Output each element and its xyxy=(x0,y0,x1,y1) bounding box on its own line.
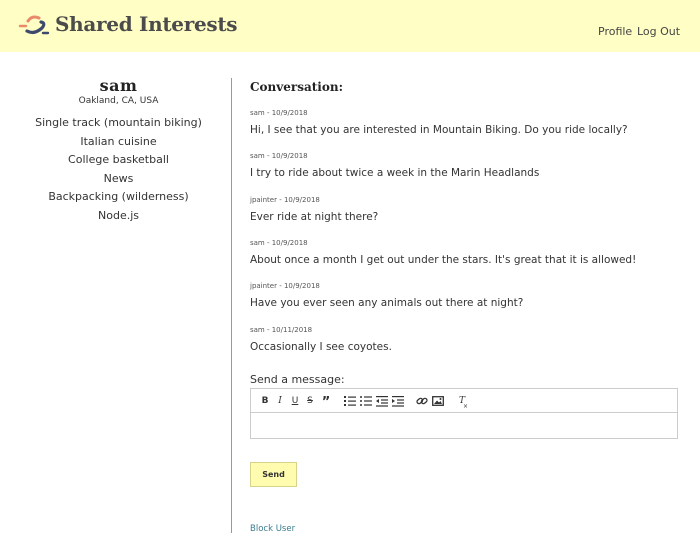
message-meta: sam - 10/9/2018 xyxy=(250,152,308,160)
message-text: Occasionally I see coyotes. xyxy=(250,341,392,353)
user-name: sam xyxy=(99,76,138,95)
app-brand[interactable]: Shared Interests xyxy=(55,12,238,36)
message-meta: sam - 10/11/2018 xyxy=(250,326,313,334)
ordered-list-icon[interactable] xyxy=(343,394,357,408)
message-meta: jpainter - 10/9/2018 xyxy=(250,196,320,204)
message: jpainter - 10/9/2018 Ever ride at night … xyxy=(250,195,680,225)
link-icon[interactable] xyxy=(415,394,429,408)
bold-icon[interactable]: B xyxy=(258,394,272,408)
app-header: Shared Interests Profile Log Out xyxy=(0,0,700,52)
indent-icon[interactable] xyxy=(391,394,405,408)
strikethrough-icon[interactable]: S xyxy=(303,394,317,408)
conversation-title: Conversation: xyxy=(250,80,343,94)
logo-icon xyxy=(18,15,50,35)
blockquote-icon[interactable]: ” xyxy=(319,394,333,410)
message-meta: jpainter - 10/9/2018 xyxy=(250,282,320,290)
profile-sidebar: sam Oakland, CA, USA Single track (mount… xyxy=(0,76,237,226)
message-meta: sam - 10/9/2018 xyxy=(250,109,308,117)
editor-toolbar: B I U S ” T × xyxy=(251,389,677,413)
message-text: I try to ride about twice a week in the … xyxy=(250,167,540,179)
interest-item: Backpacking (wilderness) xyxy=(48,190,189,204)
message: sam - 10/9/2018 Hi, I see that you are i… xyxy=(250,108,680,138)
interest-item: College basketball xyxy=(68,153,169,167)
interest-item: Node.js xyxy=(98,208,139,222)
italic-icon[interactable]: I xyxy=(273,394,287,408)
message-text: Ever ride at night there? xyxy=(250,211,379,223)
block-user-link[interactable]: Block User xyxy=(250,524,295,534)
interest-item: Italian cuisine xyxy=(80,134,157,148)
interest-list: Single track (mountain biking) Italian c… xyxy=(0,114,237,226)
message-meta: sam - 10/9/2018 xyxy=(250,239,308,247)
message-text: Have you ever seen any animals out there… xyxy=(250,297,524,309)
underline-icon[interactable]: U xyxy=(288,394,302,408)
column-divider xyxy=(231,78,232,533)
profile-link[interactable]: Profile xyxy=(598,25,632,38)
bullet-list-icon[interactable] xyxy=(359,394,373,408)
clear-format-icon[interactable]: T × xyxy=(455,394,469,410)
message: sam - 10/9/2018 I try to ride about twic… xyxy=(250,151,680,181)
message-text: About once a month I get out under the s… xyxy=(250,254,637,266)
outdent-icon[interactable] xyxy=(375,394,389,408)
logout-link[interactable]: Log Out xyxy=(637,25,680,38)
interest-item: Single track (mountain biking) xyxy=(35,116,202,129)
image-icon[interactable] xyxy=(431,394,445,408)
send-message-label: Send a message: xyxy=(250,373,345,386)
message: sam - 10/11/2018 Occasionally I see coyo… xyxy=(250,325,680,355)
message: jpainter - 10/9/2018 Have you ever seen … xyxy=(250,281,680,311)
send-button[interactable]: Send xyxy=(250,462,297,487)
interest-item: News xyxy=(103,171,134,185)
message-text: Hi, I see that you are interested in Mou… xyxy=(250,124,628,136)
message-editor: B I U S ” T × xyxy=(250,388,678,439)
message: sam - 10/9/2018 About once a month I get… xyxy=(250,238,680,268)
user-location: Oakland, CA, USA xyxy=(78,96,159,106)
